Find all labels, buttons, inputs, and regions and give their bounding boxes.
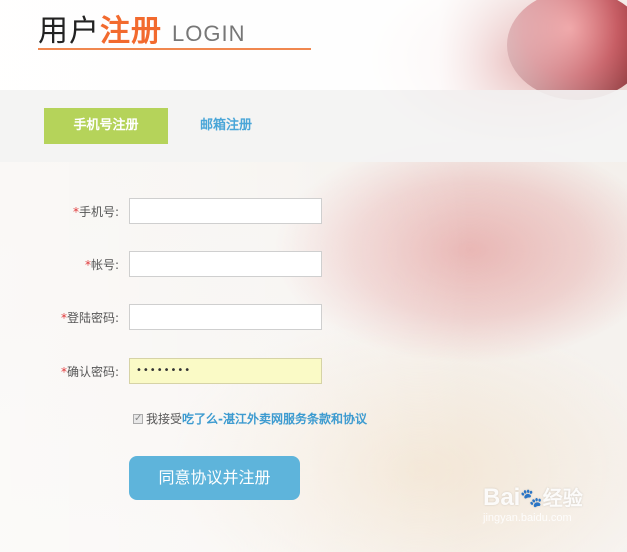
password-input[interactable]: [129, 304, 322, 330]
agreement-link[interactable]: 吃了么-湛江外卖网服务条款和协议: [182, 410, 367, 428]
password-label-text: 登陆密码:: [66, 311, 119, 325]
account-input[interactable]: [129, 251, 322, 277]
confirm-password-label: *确认密码:: [61, 358, 119, 386]
watermark-url: jingyan.baidu.com: [483, 512, 572, 524]
account-label-text: 帐号:: [90, 258, 119, 272]
agree-and-register-button[interactable]: 同意协议并注册: [129, 456, 300, 500]
watermark-logo: Bai🐾经验: [483, 482, 583, 512]
account-label: *帐号:: [85, 251, 119, 279]
watermark-brand2: 经验: [542, 488, 583, 510]
tab-phone-register[interactable]: 手机号注册: [44, 108, 168, 144]
password-label: *登陆密码:: [61, 304, 119, 332]
page-title-part1: 用户: [38, 14, 100, 49]
tab-email-register[interactable]: 邮箱注册: [180, 108, 272, 144]
agreement-row: 我接受吃了么-湛江外卖网服务条款和协议: [133, 410, 367, 428]
confirm-password-label-text: 确认密码:: [66, 365, 119, 379]
form-row-account: *帐号:: [0, 251, 627, 279]
title-underline: [38, 48, 311, 50]
confirm-password-input[interactable]: ••••••••: [129, 358, 322, 384]
agreement-prefix: 我接受: [146, 412, 183, 426]
agreement-checkbox[interactable]: [133, 410, 143, 428]
form-row-password: *登陆密码:: [0, 304, 627, 332]
form-row-phone: *手机号:: [0, 198, 627, 226]
phone-label-text: 手机号:: [78, 205, 119, 219]
form-row-confirm-password: *确认密码: ••••••••: [0, 358, 627, 386]
page-title-part2: 注册: [100, 14, 162, 49]
phone-input[interactable]: [129, 198, 322, 224]
page-title-part3: LOGIN: [172, 21, 246, 46]
watermark-brand: Bai: [483, 484, 521, 511]
paw-icon: 🐾: [520, 488, 543, 509]
page-title: 用户 注册 LOGIN: [38, 6, 246, 49]
phone-label: *手机号:: [73, 198, 119, 226]
